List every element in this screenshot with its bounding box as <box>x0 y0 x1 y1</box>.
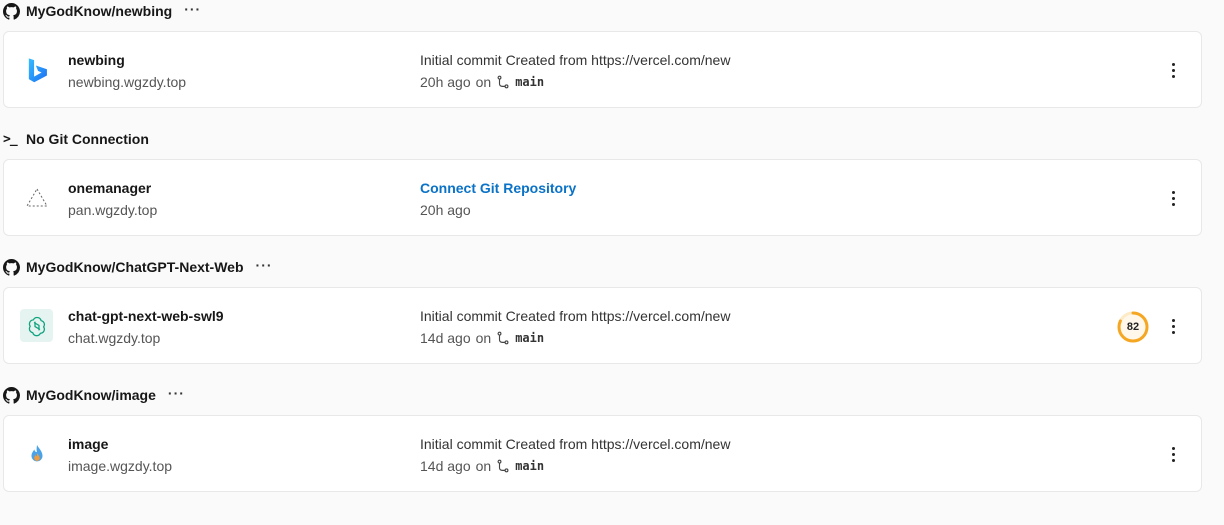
flame-logo <box>20 437 53 470</box>
speed-insights-score[interactable]: 82 <box>1117 311 1149 343</box>
github-icon <box>3 2 20 20</box>
git-branch-icon <box>496 331 510 345</box>
commit-meta: 14d ago on main <box>420 458 544 474</box>
project-card[interactable]: newbing newbing.wgzdy.top Initial commit… <box>3 31 1202 108</box>
project-card[interactable]: image image.wgzdy.top Initial commit Cre… <box>3 415 1202 492</box>
group-header: MyGodKnow/newbing ··· <box>3 0 201 22</box>
project-card[interactable]: chat-gpt-next-web-swl9 chat.wgzdy.top In… <box>3 287 1202 364</box>
project-domain[interactable]: newbing.wgzdy.top <box>68 74 186 90</box>
commit-age: 20h ago <box>420 202 471 218</box>
branch-name[interactable]: main <box>515 331 544 345</box>
more-vertical-icon[interactable] <box>1163 314 1183 338</box>
commit-message: Initial commit Created from https://verc… <box>420 52 731 68</box>
commit-age: 14d ago <box>420 330 471 346</box>
project-name[interactable]: newbing <box>68 52 125 68</box>
project-name[interactable]: chat-gpt-next-web-swl9 <box>68 308 224 324</box>
group-header: MyGodKnow/image ··· <box>3 384 185 406</box>
score-value: 82 <box>1126 321 1140 333</box>
commit-message: Initial commit Created from https://verc… <box>420 436 731 452</box>
on-label: on <box>475 74 492 90</box>
commit-meta: 20h ago <box>420 202 471 218</box>
on-label: on <box>475 458 492 474</box>
github-icon <box>3 258 20 276</box>
project-domain[interactable]: image.wgzdy.top <box>68 458 172 474</box>
group-title[interactable]: MyGodKnow/newbing <box>26 3 172 19</box>
group-title: No Git Connection <box>26 131 149 147</box>
bing-logo <box>20 53 53 86</box>
git-branch-icon <box>496 459 510 473</box>
project-name[interactable]: image <box>68 436 108 452</box>
github-icon <box>3 386 20 404</box>
commit-meta: 14d ago on main <box>420 330 544 346</box>
more-vertical-icon[interactable] <box>1163 58 1183 82</box>
openai-logo <box>20 309 53 342</box>
more-horizontal-icon[interactable]: ··· <box>256 258 273 274</box>
on-label: on <box>475 330 492 346</box>
commit-age: 20h ago <box>420 74 471 90</box>
group-header: >_ No Git Connection <box>3 128 149 150</box>
commit-meta: 20h ago on main <box>420 74 544 90</box>
commit-message: Initial commit Created from https://verc… <box>420 308 731 324</box>
more-horizontal-icon[interactable]: ··· <box>168 386 185 402</box>
group-header: MyGodKnow/ChatGPT-Next-Web ··· <box>3 256 273 278</box>
commit-age: 14d ago <box>420 458 471 474</box>
git-branch-icon <box>496 75 510 89</box>
group-title[interactable]: MyGodKnow/ChatGPT-Next-Web <box>26 259 244 275</box>
triangle-placeholder-icon <box>20 181 53 214</box>
project-card[interactable]: onemanager pan.wgzdy.top Connect Git Rep… <box>3 159 1202 236</box>
project-domain[interactable]: chat.wgzdy.top <box>68 330 160 346</box>
project-domain[interactable]: pan.wgzdy.top <box>68 202 157 218</box>
group-title[interactable]: MyGodKnow/image <box>26 387 156 403</box>
branch-name[interactable]: main <box>515 459 544 473</box>
more-horizontal-icon[interactable]: ··· <box>184 2 201 18</box>
branch-name[interactable]: main <box>515 75 544 89</box>
more-vertical-icon[interactable] <box>1163 186 1183 210</box>
more-vertical-icon[interactable] <box>1163 442 1183 466</box>
connect-git-repository-link[interactable]: Connect Git Repository <box>420 180 576 196</box>
terminal-icon: >_ <box>3 131 18 147</box>
project-name[interactable]: onemanager <box>68 180 151 196</box>
